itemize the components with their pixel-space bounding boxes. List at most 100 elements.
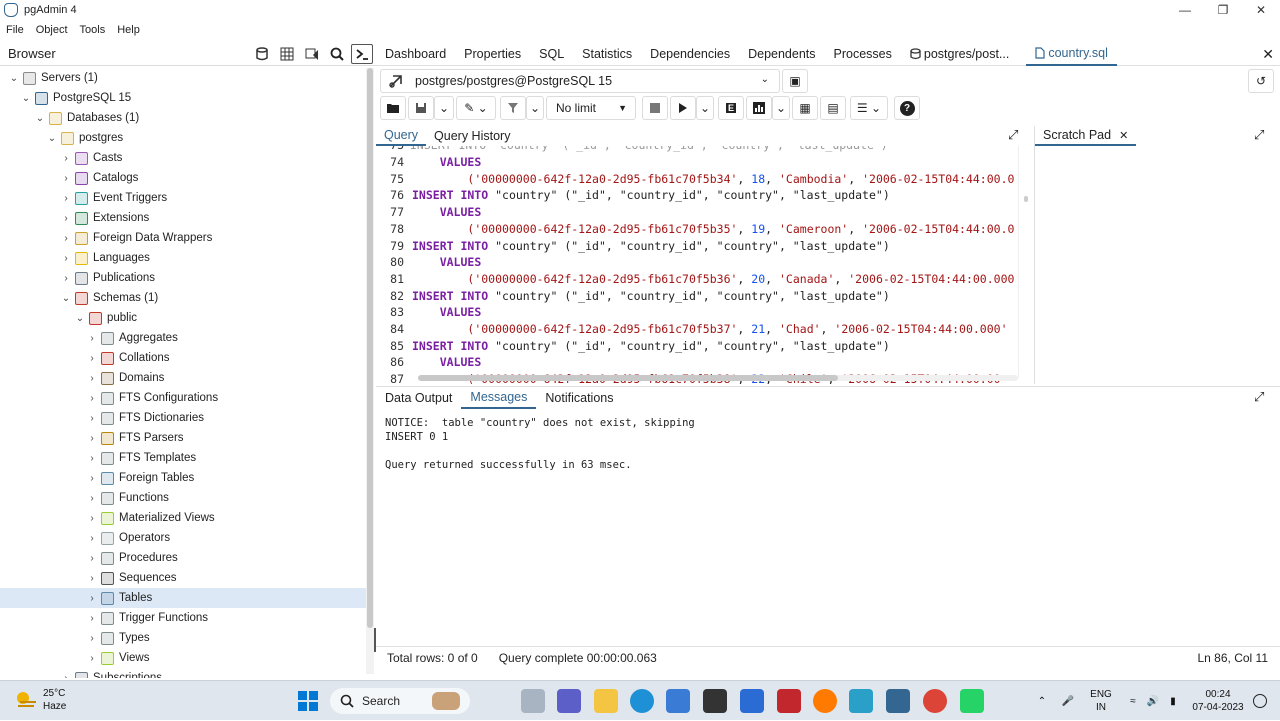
menu-tools[interactable]: Tools	[74, 24, 112, 36]
psql-tool-icon[interactable]	[351, 44, 373, 64]
tab-dashboard[interactable]: Dashboard	[376, 42, 455, 66]
chevron-right-icon[interactable]: ›	[86, 353, 98, 364]
chevron-right-icon[interactable]: ›	[60, 233, 72, 244]
explain-analyze-icon[interactable]	[746, 96, 772, 120]
restore-icon[interactable]: ❐	[1204, 0, 1242, 20]
tab-messages[interactable]: Messages	[461, 387, 537, 409]
whatsapp-icon[interactable]	[960, 689, 984, 713]
windows-start-icon[interactable]	[296, 689, 320, 713]
volume-icon[interactable]: 🔊	[1144, 681, 1162, 721]
azure-data-studio-icon[interactable]	[740, 689, 764, 713]
tree-node[interactable]: › Functions	[0, 488, 366, 508]
close-tab-icon[interactable]: ✕	[1262, 46, 1274, 63]
tree-node[interactable]: › Extensions	[0, 208, 366, 228]
tree-node[interactable]: › Languages	[0, 248, 366, 268]
connection-select[interactable]: postgres/postgres@PostgreSQL 15 ⌄	[380, 69, 780, 93]
chevron-right-icon[interactable]: ›	[86, 553, 98, 564]
chevron-right-icon[interactable]: ›	[86, 333, 98, 344]
execute-icon[interactable]	[670, 96, 696, 120]
tab-query-history[interactable]: Query History	[426, 126, 518, 146]
object-explorer-icon[interactable]	[251, 44, 273, 64]
explain-dropdown-icon[interactable]: ⌄	[772, 96, 790, 120]
chevron-down-icon[interactable]: ⌄	[74, 313, 86, 324]
tree-node[interactable]: › Materialized Views	[0, 508, 366, 528]
expand-output-icon[interactable]: ⤢	[1254, 389, 1264, 405]
chevron-right-icon[interactable]: ›	[86, 513, 98, 524]
tree-node[interactable]: › Casts	[0, 148, 366, 168]
tree-node[interactable]: › Trigger Functions	[0, 608, 366, 628]
chevron-right-icon[interactable]: ›	[86, 633, 98, 644]
tree-node[interactable]: ⌄ PostgreSQL 15	[0, 88, 366, 108]
tab-dependents[interactable]: Dependents	[739, 42, 824, 66]
open-file-icon[interactable]	[380, 96, 406, 120]
filter-icon[interactable]	[500, 96, 526, 120]
tab-statistics[interactable]: Statistics	[573, 42, 641, 66]
taskbar-search[interactable]: Search	[330, 688, 470, 714]
save-icon[interactable]	[408, 96, 434, 120]
execute-dropdown-icon[interactable]: ⌄	[696, 96, 714, 120]
tab-processes[interactable]: Processes	[825, 42, 901, 66]
chevron-right-icon[interactable]: ›	[86, 373, 98, 384]
macros-icon[interactable]: ☰ ⌄	[850, 96, 888, 120]
row-limit-select[interactable]: No limit ▼	[546, 96, 636, 120]
weather-widget[interactable]: 25°C Haze	[43, 687, 66, 713]
menu-help[interactable]: Help	[111, 24, 146, 36]
chevron-right-icon[interactable]: ›	[86, 393, 98, 404]
store-icon[interactable]	[666, 689, 690, 713]
tree-node[interactable]: › Domains	[0, 368, 366, 388]
search-objects-icon[interactable]	[326, 44, 348, 64]
chevron-right-icon[interactable]: ›	[86, 613, 98, 624]
tab-notifications[interactable]: Notifications	[536, 387, 622, 409]
notifications-icon[interactable]	[1250, 681, 1270, 721]
chevron-right-icon[interactable]: ›	[60, 673, 72, 679]
scratch-pad-tab[interactable]: Scratch Pad ✕	[1035, 126, 1137, 146]
editor-scrollbar[interactable]	[1018, 146, 1030, 378]
help-icon[interactable]: ?	[894, 96, 920, 120]
tree-node[interactable]: › Publications	[0, 268, 366, 288]
close-icon[interactable]: ✕	[1242, 0, 1280, 20]
app-cube-icon[interactable]	[703, 689, 727, 713]
refresh-icon[interactable]: ↺	[1248, 69, 1274, 93]
tree-node[interactable]: › FTS Dictionaries	[0, 408, 366, 428]
weather-icon[interactable]	[14, 689, 38, 711]
chevron-down-icon[interactable]: ⌄	[46, 133, 58, 144]
mcafee-icon[interactable]	[777, 689, 801, 713]
close-scratch-pad-icon[interactable]: ✕	[1119, 129, 1128, 142]
tree-node[interactable]: › Sequences	[0, 568, 366, 588]
tree-node[interactable]: ⌄ public	[0, 308, 366, 328]
firefox-icon[interactable]	[813, 689, 837, 713]
tree-node[interactable]: › Aggregates	[0, 328, 366, 348]
tree-node[interactable]: ⌄ Schemas (1)	[0, 288, 366, 308]
chevron-right-icon[interactable]: ›	[86, 533, 98, 544]
chevron-down-icon[interactable]: ⌄	[34, 113, 46, 124]
view-data-icon[interactable]	[276, 44, 298, 64]
tab-dependencies[interactable]: Dependencies	[641, 42, 739, 66]
chrome-icon[interactable]	[923, 689, 947, 713]
teams-icon[interactable]	[557, 689, 581, 713]
tab-query-tool[interactable]: country.sql	[1026, 42, 1117, 66]
tree-node[interactable]: › Tables	[0, 588, 366, 608]
notepad-icon[interactable]	[849, 689, 873, 713]
chevron-right-icon[interactable]: ›	[86, 433, 98, 444]
expand-scratch-icon[interactable]: ⤢	[1254, 127, 1264, 143]
tree-node[interactable]: › Catalogs	[0, 168, 366, 188]
tree-node[interactable]: › Foreign Tables	[0, 468, 366, 488]
chevron-down-icon[interactable]: ⌄	[60, 293, 72, 304]
tree-node[interactable]: ⌄ postgres	[0, 128, 366, 148]
pgadmin-taskbar-icon[interactable]	[886, 689, 910, 713]
editor-horizontal-scrollbar[interactable]	[418, 375, 1018, 381]
save-dropdown-icon[interactable]: ⌄	[434, 96, 454, 120]
expand-icon[interactable]: ⤢	[1008, 127, 1018, 143]
chevron-right-icon[interactable]: ›	[60, 173, 72, 184]
filter-dropdown-icon[interactable]: ⌄	[526, 96, 544, 120]
chevron-right-icon[interactable]: ›	[60, 213, 72, 224]
wifi-icon[interactable]: ≈	[1124, 681, 1142, 721]
tree-node[interactable]: ⌄ Databases (1)	[0, 108, 366, 128]
chevron-right-icon[interactable]: ›	[86, 593, 98, 604]
tree-node[interactable]: › Foreign Data Wrappers	[0, 228, 366, 248]
chevron-right-icon[interactable]: ›	[60, 273, 72, 284]
sql-editor[interactable]: 73INSERT INTO "country" ("_id", "country…	[378, 146, 1032, 384]
language-indicator[interactable]: ENG IN	[1084, 681, 1118, 721]
tree-node[interactable]: › Subscriptions	[0, 668, 366, 678]
tree-scrollbar[interactable]	[366, 68, 374, 674]
